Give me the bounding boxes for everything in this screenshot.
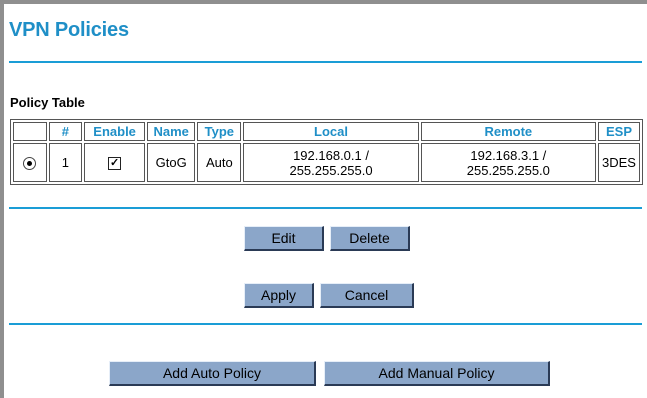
column-header-select	[13, 122, 47, 141]
edit-button[interactable]: Edit	[244, 226, 324, 251]
policy-table-label: Policy Table	[10, 95, 85, 110]
policy-table-header: # Enable Name Type Local Remote ESP	[13, 122, 640, 141]
page-title: VPN Policies	[9, 19, 129, 41]
radio-selected-icon[interactable]	[23, 157, 37, 171]
add-manual-policy-button[interactable]: Add Manual Policy	[324, 361, 550, 386]
table-row: 1 ✓ GtoG Auto 192.168.0.1 / 255.255.255.…	[13, 143, 640, 182]
row-remote-ip: 192.168.3.1 /	[470, 147, 547, 163]
title-divider	[9, 61, 642, 63]
delete-button[interactable]: Delete	[330, 226, 410, 251]
column-header-enable: Enable	[84, 122, 146, 141]
row-remote: 192.168.3.1 / 255.255.255.0	[420, 143, 596, 182]
checkbox-checked-icon[interactable]: ✓	[108, 157, 122, 171]
column-header-esp: ESP	[597, 122, 640, 141]
column-header-remote: Remote	[420, 122, 596, 141]
row-local-ip: 192.168.0.1 /	[293, 147, 369, 163]
row-remote-mask: 255.255.255.0	[466, 162, 550, 178]
add-auto-policy-button[interactable]: Add Auto Policy	[109, 361, 316, 386]
column-header-number: #	[48, 122, 83, 141]
table-divider	[9, 207, 642, 209]
policy-table: # Enable Name Type Local Remote ESP 1 ✓ …	[10, 119, 643, 185]
column-header-type: Type	[197, 122, 242, 141]
row-number: 1	[48, 143, 83, 182]
page-frame	[0, 0, 647, 398]
cancel-button[interactable]: Cancel	[320, 283, 414, 308]
column-header-name: Name	[147, 122, 196, 141]
row-local: 192.168.0.1 / 255.255.255.0	[243, 143, 419, 182]
row-type: Auto	[197, 143, 242, 182]
row-enable-cell[interactable]: ✓	[84, 143, 146, 182]
row-esp: 3DES	[597, 143, 640, 182]
column-header-local: Local	[243, 122, 419, 141]
row-select-cell[interactable]	[13, 143, 47, 182]
apply-button[interactable]: Apply	[244, 283, 314, 308]
row-name: GtoG	[147, 143, 196, 182]
action-divider	[9, 323, 642, 325]
row-local-mask: 255.255.255.0	[289, 162, 373, 178]
